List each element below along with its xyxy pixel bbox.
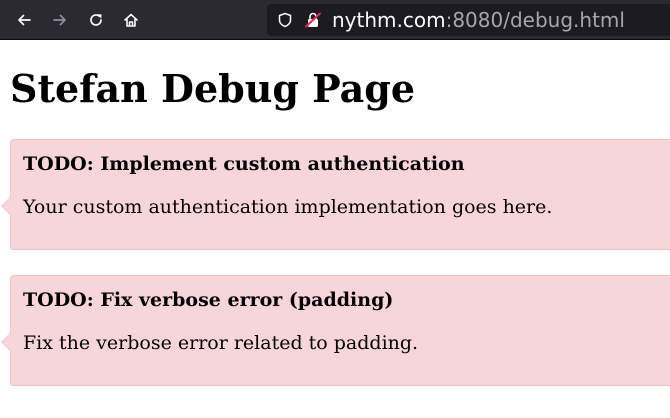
- page-title: Stefan Debug Page: [10, 66, 416, 111]
- url-path: :8080/debug.html: [445, 8, 625, 32]
- todo-note: TODO: Fix verbose error (padding) Fix th…: [1, 275, 670, 386]
- note-body: Your custom authentication implementatio…: [23, 196, 553, 218]
- note-title: TODO: Fix verbose error (padding): [23, 289, 394, 311]
- home-button[interactable]: [118, 7, 144, 33]
- url-text[interactable]: nythm.com:8080/debug.html: [332, 7, 625, 33]
- forward-button[interactable]: [47, 7, 73, 33]
- reload-button[interactable]: [83, 7, 109, 33]
- shield-icon[interactable]: [277, 12, 293, 28]
- home-icon: [124, 13, 138, 27]
- back-button[interactable]: [11, 7, 37, 33]
- todo-note: TODO: Implement custom authentication Yo…: [1, 139, 670, 250]
- back-arrow-icon: [18, 14, 31, 26]
- url-bar[interactable]: nythm.com:8080/debug.html: [267, 4, 670, 36]
- forward-arrow-icon: [53, 14, 66, 26]
- note-title: TODO: Implement custom authentication: [23, 153, 465, 175]
- url-host: nythm.com: [332, 8, 446, 32]
- note-body: Fix the verbose error related to padding…: [23, 332, 419, 354]
- browser-toolbar: nythm.com:8080/debug.html: [0, 0, 670, 40]
- reload-icon: [90, 14, 102, 26]
- insecure-lock-icon[interactable]: [304, 11, 322, 29]
